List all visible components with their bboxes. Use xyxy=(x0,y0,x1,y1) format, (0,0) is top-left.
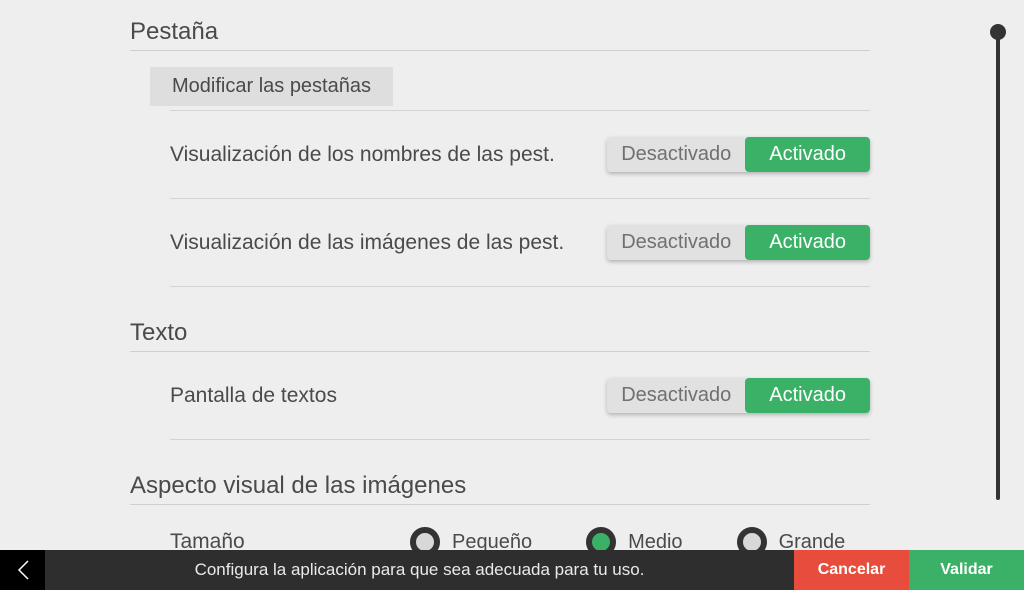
radio-option-small[interactable]: Pequeño xyxy=(410,527,532,550)
row-tab-images: Visualización de las imágenes de las pes… xyxy=(170,199,870,286)
toggle-off[interactable]: Desactivado xyxy=(607,137,745,172)
section-title-images: Aspecto visual de las imágenes xyxy=(130,440,880,504)
settings-scroll-area[interactable]: Pestaña Modificar las pestañas Visualiza… xyxy=(0,0,994,550)
row-label: Tamaño xyxy=(170,530,410,550)
radio-option-large[interactable]: Grande xyxy=(737,527,846,550)
modify-tabs-button[interactable]: Modificar las pestañas xyxy=(150,67,393,106)
section-title-text: Texto xyxy=(130,287,880,351)
toggle-group-text-screen: Desactivado Activado xyxy=(607,378,870,413)
row-text-screen: Pantalla de textos Desactivado Activado xyxy=(170,352,870,439)
chevron-left-icon xyxy=(16,559,30,581)
toggle-group-tab-images: Desactivado Activado xyxy=(607,225,870,260)
bottom-hint: Configura la aplicación para que sea ade… xyxy=(45,550,794,590)
row-tab-names: Visualización de los nombres de las pest… xyxy=(170,111,870,198)
toggle-on[interactable]: Activado xyxy=(745,137,870,172)
radio-icon xyxy=(737,527,767,550)
cancel-button[interactable]: Cancelar xyxy=(794,550,909,590)
back-button[interactable] xyxy=(0,550,45,590)
toggle-on[interactable]: Activado xyxy=(745,378,870,413)
bottom-bar: Configura la aplicación para que sea ade… xyxy=(0,550,1024,590)
row-image-size: Tamaño Pequeño Medio Grande xyxy=(170,505,870,550)
row-label: Visualización de los nombres de las pest… xyxy=(170,143,555,167)
toggle-on[interactable]: Activado xyxy=(745,225,870,260)
row-label: Pantalla de textos xyxy=(170,384,337,408)
validate-button[interactable]: Validar xyxy=(909,550,1024,590)
radio-icon xyxy=(410,527,440,550)
toggle-group-tab-names: Desactivado Activado xyxy=(607,137,870,172)
toggle-off[interactable]: Desactivado xyxy=(607,378,745,413)
radio-option-medium[interactable]: Medio xyxy=(586,527,682,550)
section-title-tab: Pestaña xyxy=(130,0,880,50)
scrollbar-track[interactable] xyxy=(996,30,1000,500)
radio-label-text: Pequeño xyxy=(452,531,532,551)
toggle-off[interactable]: Desactivado xyxy=(607,225,745,260)
radio-label-text: Medio xyxy=(628,531,682,551)
row-label: Visualización de las imágenes de las pes… xyxy=(170,231,564,255)
radio-icon xyxy=(586,527,616,550)
divider xyxy=(130,50,870,51)
radio-label-text: Grande xyxy=(779,531,846,551)
scrollbar-thumb[interactable] xyxy=(990,24,1006,40)
